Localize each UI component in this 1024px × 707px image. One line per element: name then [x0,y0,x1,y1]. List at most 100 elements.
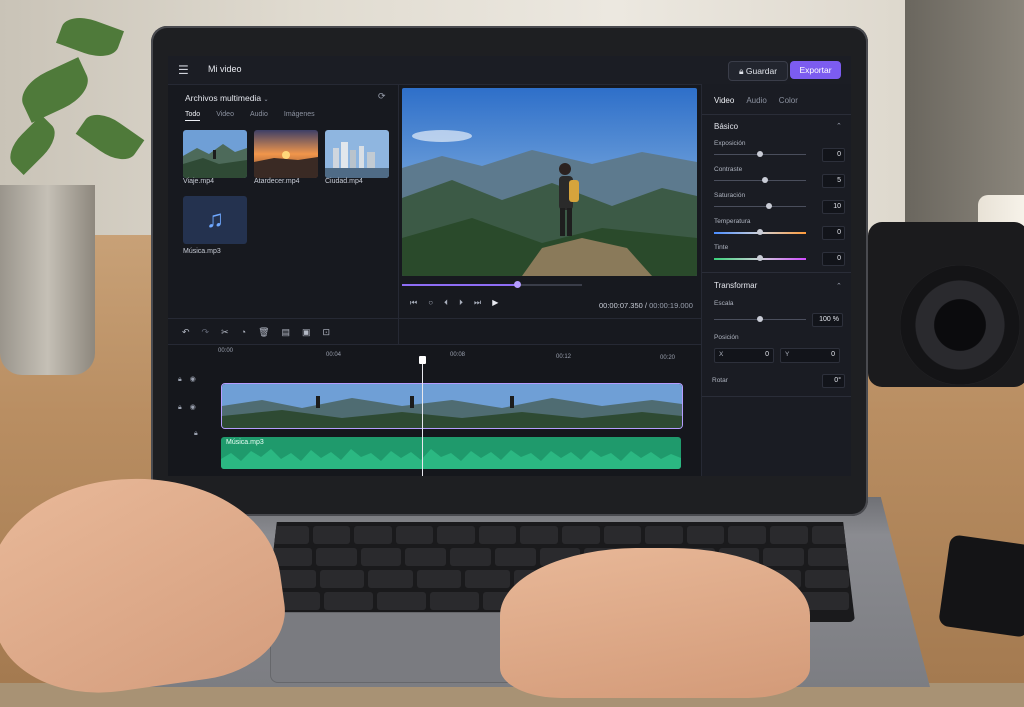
tab-video[interactable]: Video [714,96,734,105]
chevron-up-icon[interactable]: ⌃ [836,122,842,130]
step-forward-icon[interactable]: ⏵ [459,298,463,308]
delete-icon[interactable]: 🗑︎ [258,327,269,338]
redo-icon[interactable]: ↷ [202,327,210,338]
media-thumbnail [325,130,389,178]
tab-video[interactable]: Video [216,111,234,121]
param-value[interactable]: 0 [822,252,845,266]
export-button[interactable]: Exportar [790,61,841,79]
playback-progress-fill [402,284,518,286]
cut-icon[interactable]: ✂ [221,327,229,338]
scale-slider-handle[interactable] [757,316,763,322]
x-label: X [719,351,724,358]
param-value[interactable]: 10 [822,200,845,214]
position-x-field[interactable]: X 0 [714,348,774,363]
properties-panel: Video Audio Color Básico ⌃ Exposición 0 Co… [701,84,851,476]
param-slider-handle[interactable] [766,203,773,209]
save-button-label: Guardar [745,66,778,76]
lock-icon[interactable]: 🔒︎ [178,404,182,411]
tab-audio[interactable]: Audio [250,111,268,121]
save-button[interactable]: 🔒︎ Guardar [728,61,788,81]
lock-icon[interactable]: 🔒︎ [178,376,182,383]
media-item[interactable]: Viaje.mp4 [183,130,247,185]
eye-icon[interactable]: ◉ [190,404,196,411]
loop-icon[interactable]: ○ [428,298,433,308]
param-slider-track[interactable] [714,206,806,207]
undo-icon[interactable]: ↶ [182,327,190,338]
player-controls: ⏮ ○ ⏴ ⏵ ⏭ ▶ [410,298,498,308]
param-slider-track[interactable] [714,180,806,181]
chevron-down-icon: ⌄ [263,97,269,103]
media-item[interactable]: ♫ Música.mp3 [183,196,247,255]
param-value[interactable]: 5 [822,174,845,188]
position-y-field[interactable]: Y 0 [780,348,840,363]
rotate-label: Rotar [712,377,728,384]
media-thumbnail [254,130,318,178]
divider [702,114,851,115]
audio-clip[interactable]: Música.mp3 [221,437,681,469]
playback-progress-handle[interactable] [514,281,521,288]
param-value[interactable]: 0 [822,148,845,162]
refresh-icon[interactable]: ⟳ [378,91,386,102]
right-hand [500,548,810,698]
param-value[interactable]: 0 [822,226,845,240]
editor-screen: ☰ Mi video 🔒︎ Guardar Exportar Archivos … [168,56,851,476]
audio-track-controls: 🔒︎ [194,430,198,438]
video-clip[interactable] [221,383,683,429]
plant-pot [0,185,95,375]
media-item-label: Atardecer.mp4 [254,178,300,185]
lock-icon[interactable]: 🔒︎ [194,430,198,437]
param-slider-handle[interactable] [757,151,763,157]
project-title: Mi video [208,64,242,74]
playhead-line [422,359,423,476]
top-bar: ☰ Mi video 🔒︎ Guardar Exportar [168,56,851,85]
phone [938,534,1024,638]
param-label: Exposición [714,140,746,147]
eye-icon[interactable]: ◉ [190,376,196,383]
step-back-icon[interactable]: ⏴ [444,298,448,308]
lock-icon: 🔒︎ [738,66,744,76]
param-slider-handle[interactable] [757,229,763,235]
skip-start-icon[interactable]: ⏮ [410,298,417,308]
media-item-label: Ciudad.mp4 [325,178,363,185]
text-icon[interactable]: ▤ [282,327,291,338]
y-value: 0 [831,351,835,358]
param-label: Temperatura [714,218,751,225]
play-icon[interactable]: ▶ [492,298,498,308]
tab-color[interactable]: Color [779,96,798,105]
param-label: Contraste [714,166,743,173]
camera-lens [900,265,1020,385]
media-panel-title[interactable]: Archivos multimedia ⌄ [185,93,268,103]
divider [702,272,851,273]
tab-audio[interactable]: Audio [746,96,766,105]
media-item-label: Música.mp3 [183,248,221,255]
crop-icon[interactable]: ▣ [302,327,311,338]
timeline: 00:00 00:04 00:08 00:12 00:20 🔒︎ ◉ 🔒︎ ◉ … [168,344,701,476]
video-preview[interactable] [402,88,697,276]
properties-tabs: Video Audio Color [714,96,798,105]
y-label: Y [785,351,790,358]
skip-end-icon[interactable]: ⏭ [474,298,481,308]
ruler-label: 00:04 [326,352,342,358]
rotate-value[interactable]: 0° [822,374,845,388]
music-note-icon: ♫ [183,196,247,244]
ruler-label: 00:12 [556,354,572,360]
param-label: Tinte [714,244,729,251]
media-item[interactable]: Atardecer.mp4 [254,130,318,185]
tab-todo[interactable]: Todo [185,111,201,121]
caption-icon[interactable]: ⊡ [323,327,331,338]
media-item-label: Viaje.mp4 [183,178,215,185]
ruler-label: 00:20 [660,355,676,361]
speed-icon[interactable]: ◔ [241,327,246,337]
divider [702,396,851,397]
tab-imagenes[interactable]: Imágenes [284,111,315,121]
scale-value[interactable]: 100 % [812,313,843,327]
playhead-handle[interactable] [419,356,426,364]
hamburger-menu-icon[interactable]: ☰ [178,62,190,78]
current-time: 00:00:07.350 [599,301,643,310]
media-panel: Archivos multimedia ⌄ ⟳ Todo Video Audio… [168,84,399,344]
total-time: 00:00:19.000 [649,301,693,310]
media-item[interactable]: Ciudad.mp4 [325,130,389,185]
param-slider-handle[interactable] [757,255,763,261]
chevron-up-icon[interactable]: ⌃ [836,282,842,290]
param-slider-handle[interactable] [761,177,768,183]
